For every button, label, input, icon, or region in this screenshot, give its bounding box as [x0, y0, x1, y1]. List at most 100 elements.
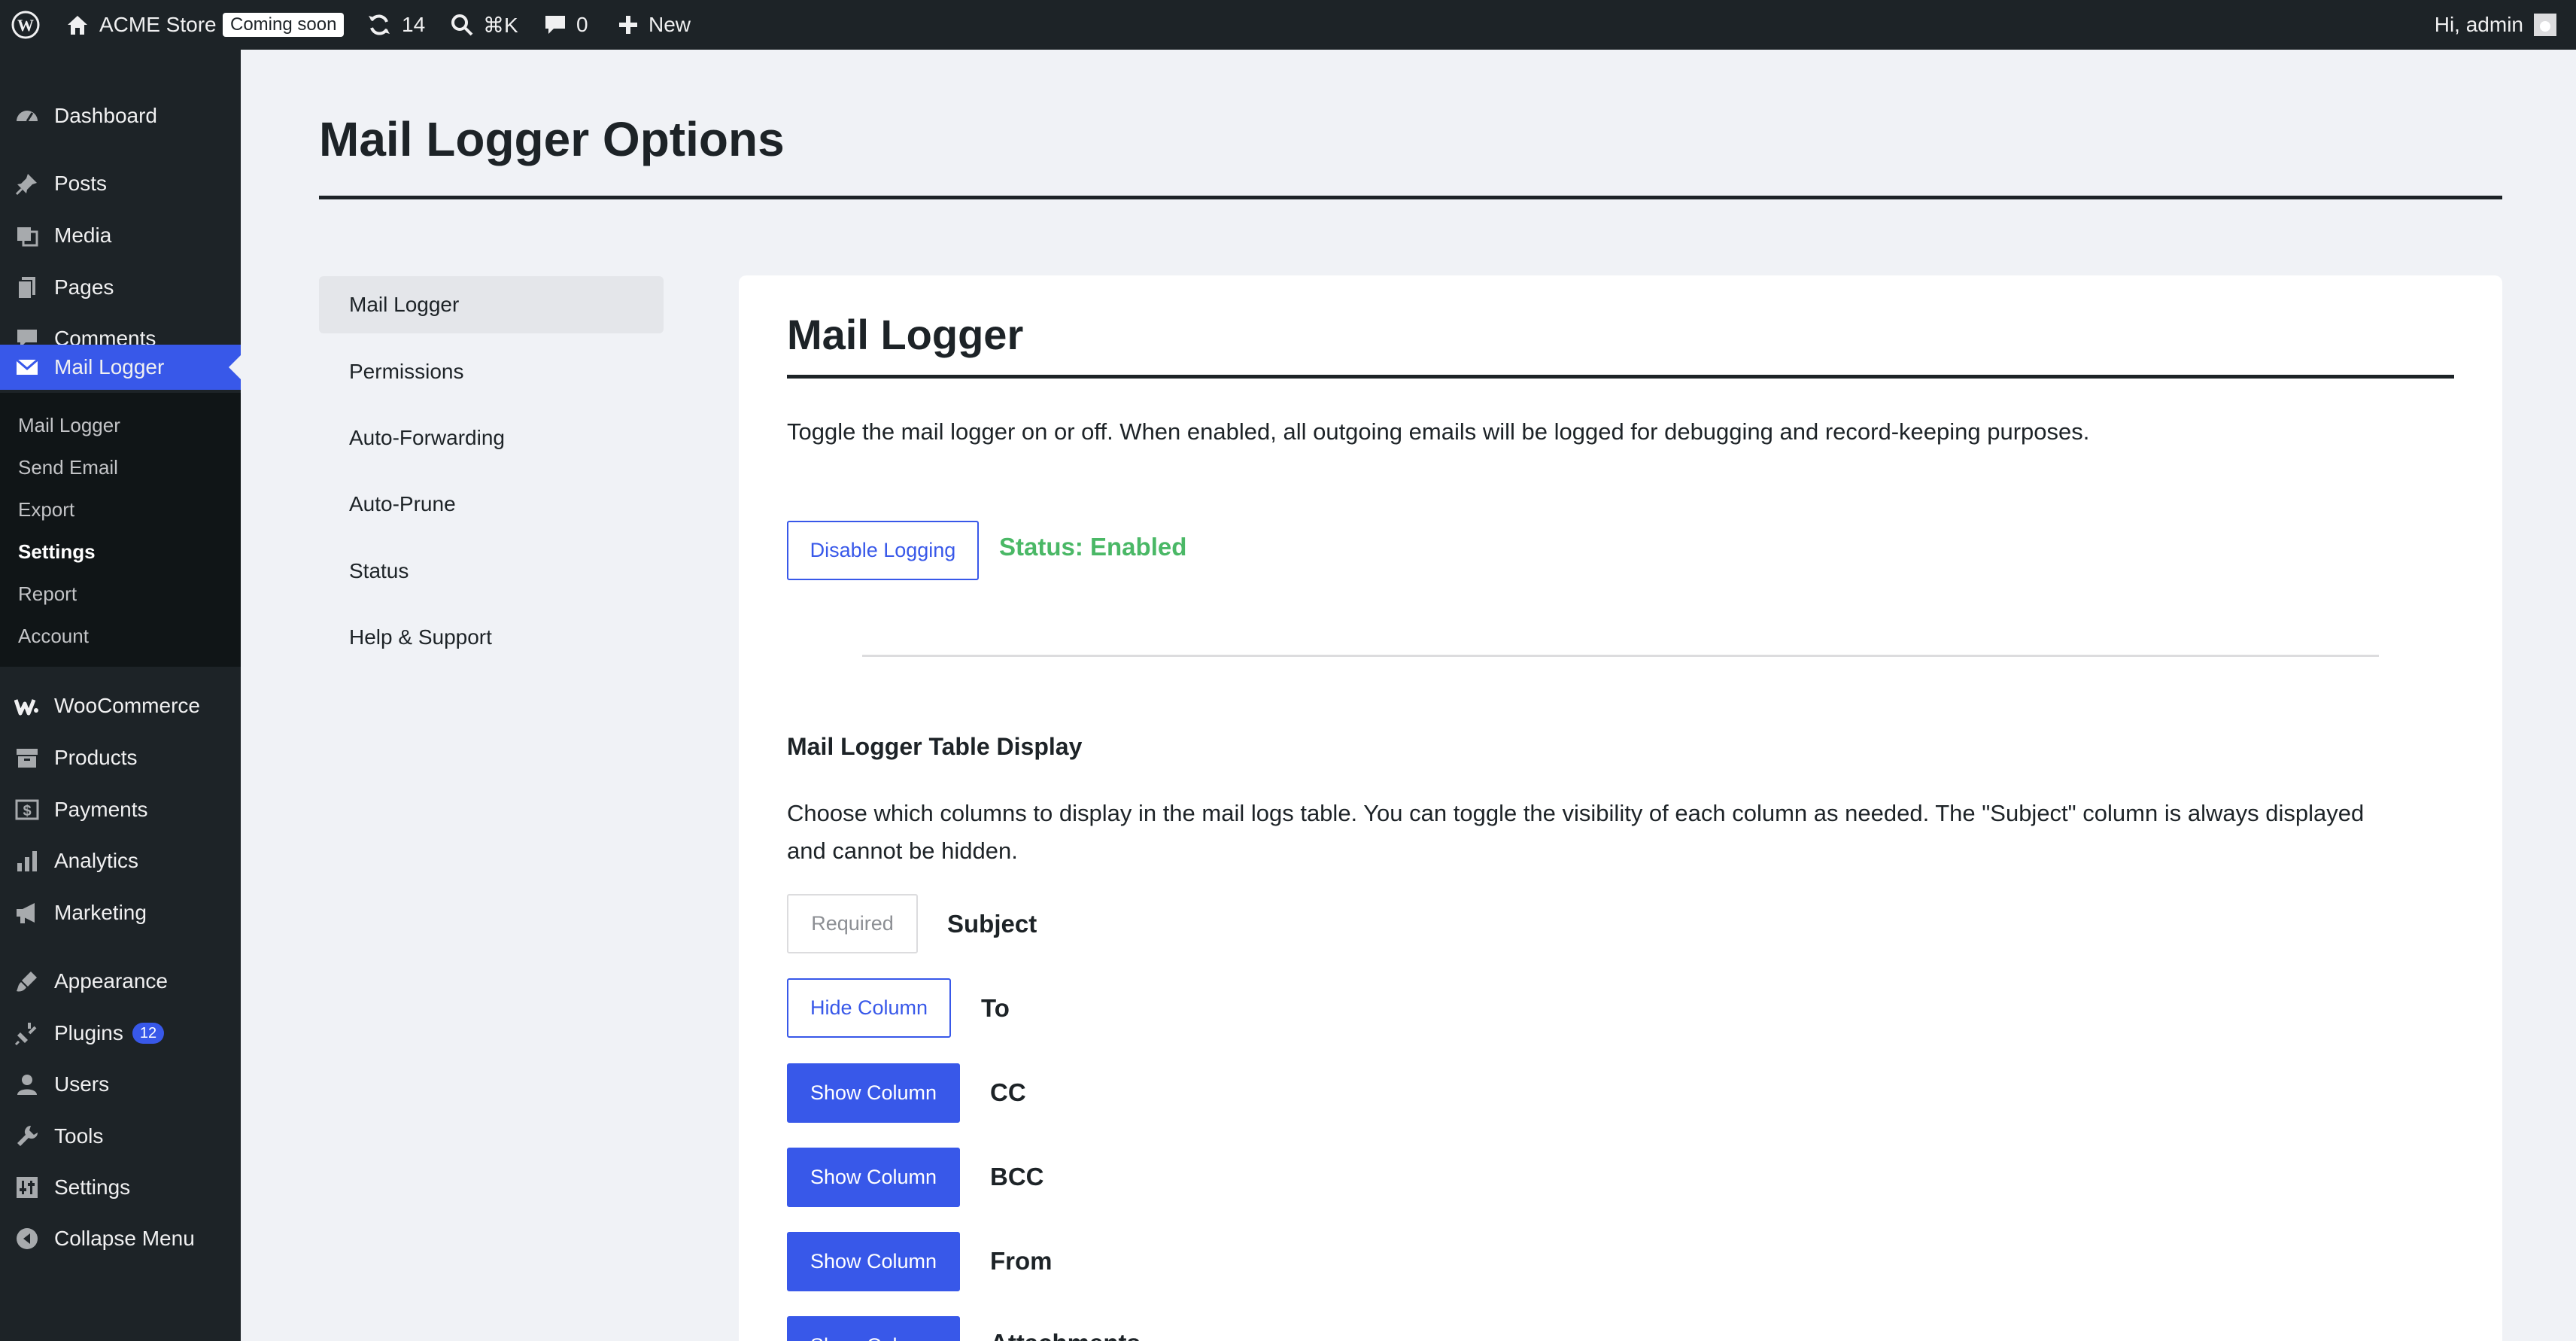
attachments-show-column-button[interactable]: Show Column: [787, 1316, 960, 1341]
coming-soon-badge[interactable]: Coming soon: [223, 13, 345, 37]
menu-label: Marketing: [54, 901, 147, 924]
submenu-item-report[interactable]: Report: [18, 582, 77, 606]
new-label: New: [649, 13, 691, 36]
my-account[interactable]: Hi, admin: [2435, 0, 2556, 50]
settings-tab-auto-prune[interactable]: Auto-Prune: [319, 476, 664, 533]
from-show-column-button[interactable]: Show Column: [787, 1232, 960, 1291]
logging-description: Toggle the mail logger on or off. When e…: [787, 418, 2090, 445]
submenu-item-settings[interactable]: Settings: [18, 540, 96, 564]
wordpress-logo-icon[interactable]: W: [11, 0, 41, 50]
plug-icon: [0, 1020, 54, 1046]
admin-menu: Mail Logger Send Email Export Settings R…: [0, 50, 241, 1341]
megaphone-icon: [0, 900, 54, 926]
menu-label: Tools: [54, 1124, 104, 1148]
menu-item-woocommerce[interactable]: WooCommerce: [0, 683, 241, 728]
card-title: Mail Logger: [787, 311, 1024, 358]
menu-label: Analytics: [54, 849, 139, 872]
menu-label: WooCommerce: [54, 694, 200, 717]
settings-tab-permissions[interactable]: Permissions: [319, 343, 664, 400]
settings-tab-help-support[interactable]: Help & Support: [319, 609, 664, 666]
settings-tab-auto-forwarding[interactable]: Auto-Forwarding: [319, 409, 664, 467]
logging-status: Status: Enabled: [999, 533, 1187, 561]
table-display-description-line-2: and cannot be hidden.: [787, 838, 1018, 864]
menu-item-payments[interactable]: $ Payments: [0, 787, 241, 832]
bar-chart-icon: [0, 848, 54, 874]
collapse-icon: [0, 1226, 54, 1251]
column-label-subject: Subject: [947, 910, 1037, 938]
menu-item-media[interactable]: Media: [0, 213, 241, 258]
menu-label: Pages: [54, 275, 114, 299]
section-separator: [862, 655, 2379, 657]
submenu-item-send-email[interactable]: Send Email: [18, 456, 118, 479]
plugins-update-badge: 12: [132, 1023, 165, 1044]
home-icon: [68, 16, 87, 35]
menu-item-pages[interactable]: Pages: [0, 265, 241, 310]
settings-tab-mail-logger[interactable]: Mail Logger: [319, 276, 664, 333]
pages-icon: [0, 275, 54, 300]
column-label-from: From: [990, 1247, 1053, 1275]
updates-count: 14: [402, 13, 426, 36]
disable-logging-button[interactable]: Disable Logging: [787, 521, 979, 580]
table-display-description-line-1: Choose which columns to display in the m…: [787, 800, 2365, 826]
menu-label: Dashboard: [54, 104, 157, 127]
brush-icon: [0, 968, 54, 994]
column-label-bcc: BCC: [990, 1163, 1044, 1190]
page-title: Mail Logger Options: [319, 112, 785, 166]
cc-show-column-button[interactable]: Show Column: [787, 1063, 960, 1123]
media-icon: [0, 223, 54, 248]
new-content-link[interactable]: New: [617, 0, 691, 50]
menu-label: Media: [54, 224, 112, 247]
menu-item-tools[interactable]: Tools: [0, 1114, 241, 1159]
avatar: [2534, 14, 2556, 36]
settings-tab-status[interactable]: Status: [319, 543, 664, 600]
column-label-to: To: [981, 994, 1010, 1022]
comment-bubble-icon: [545, 16, 565, 34]
search-icon: [451, 14, 473, 36]
menu-item-marketing[interactable]: Marketing: [0, 890, 241, 935]
pin-icon: [0, 171, 54, 196]
wrench-icon: [0, 1124, 54, 1149]
table-display-heading: Mail Logger Table Display: [787, 733, 1083, 760]
submenu-item-mail-logger[interactable]: Mail Logger: [18, 414, 120, 437]
updates-link[interactable]: 14: [366, 0, 425, 50]
bcc-show-column-button[interactable]: Show Column: [787, 1148, 960, 1207]
submenu-item-export[interactable]: Export: [18, 498, 74, 522]
comments-link[interactable]: 0: [543, 0, 588, 50]
site-name: ACME Store: [99, 13, 217, 36]
greeting: Hi, admin: [2434, 13, 2523, 36]
svg-text:W: W: [17, 16, 34, 35]
refresh-icon: [369, 14, 390, 35]
column-label-cc: CC: [990, 1078, 1026, 1106]
menu-label: Appearance: [54, 969, 169, 993]
menu-item-users[interactable]: Users: [0, 1062, 241, 1107]
menu-item-dashboard[interactable]: Dashboard: [0, 93, 241, 138]
menu-label: Payments: [54, 798, 148, 821]
menu-item-analytics[interactable]: Analytics: [0, 838, 241, 883]
menu-item-settings[interactable]: Settings: [0, 1165, 241, 1210]
site-name-link[interactable]: ACME Store: [65, 0, 217, 50]
submenu-item-account[interactable]: Account: [18, 625, 89, 648]
menu-item-appearance[interactable]: Appearance: [0, 959, 241, 1004]
menu-item-plugins[interactable]: Plugins 12: [0, 1011, 241, 1056]
to-hide-column-button[interactable]: Hide Column: [787, 978, 951, 1038]
mail-logger-submenu: Mail Logger Send Email Export Settings R…: [0, 393, 241, 667]
command-search[interactable]: ⌘K: [450, 0, 518, 50]
menu-item-mail-logger[interactable]: Mail Logger: [0, 345, 241, 390]
menu-label: Users: [54, 1072, 110, 1096]
search-shortcut: ⌘K: [483, 13, 518, 37]
menu-label: Mail Logger: [54, 355, 165, 379]
menu-label: Settings: [54, 1175, 131, 1199]
card-title-divider: [787, 375, 2454, 379]
svg-text:$: $: [23, 803, 31, 820]
menu-item-products[interactable]: Products: [0, 735, 241, 780]
menu-item-posts[interactable]: Posts: [0, 161, 241, 206]
menu-label: Collapse Menu: [54, 1227, 195, 1250]
collapse-menu-button[interactable]: Collapse Menu: [0, 1216, 241, 1261]
subject-required-button: Required: [787, 894, 918, 953]
comments-count: 0: [576, 13, 588, 36]
title-divider: [319, 196, 2502, 199]
column-label-attachments: Attachments: [990, 1329, 1141, 1341]
user-icon: [0, 1072, 54, 1097]
dollar-icon: $: [0, 797, 54, 823]
menu-label: Plugins: [54, 1021, 123, 1045]
